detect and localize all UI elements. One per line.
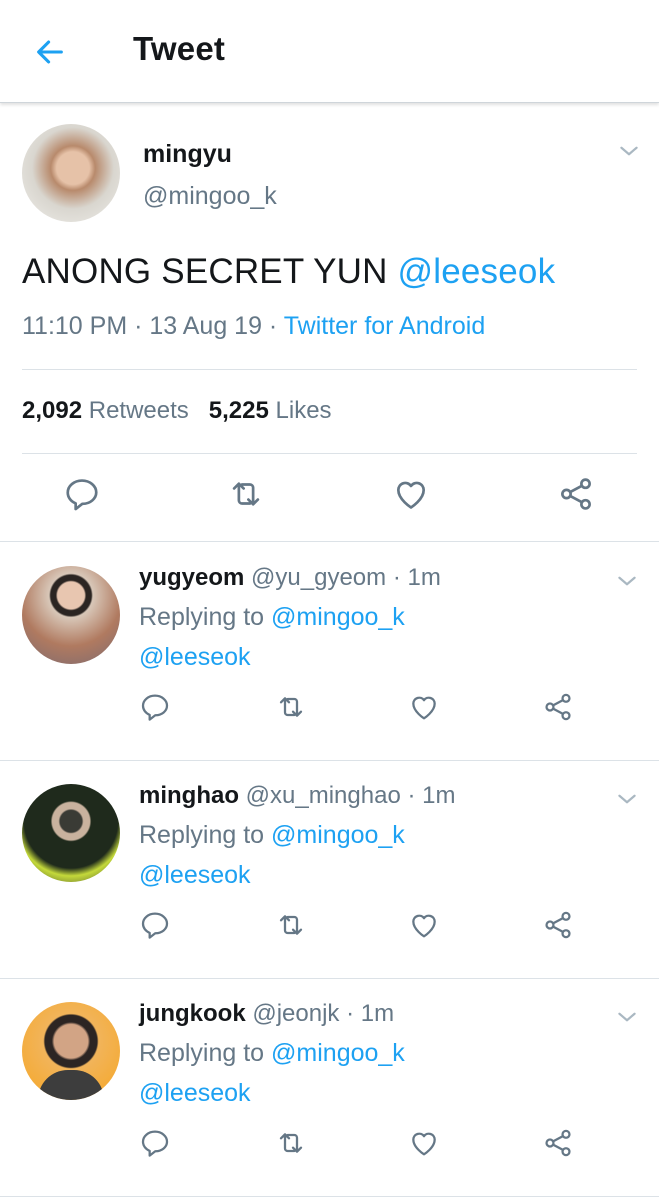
replying-to: Replying to @mingoo_k (139, 603, 405, 632)
tweet-text-body: ANONG SECRET YUN (22, 252, 398, 291)
author-name[interactable]: minghao (139, 782, 239, 809)
tweet-meta: 11:10 PM · 13 Aug 19 · Twitter for Andro… (22, 312, 485, 341)
like-button[interactable] (391, 474, 431, 514)
reply-tweet[interactable]: jungkook @jeonjk · 1m Replying to @mingo… (0, 978, 659, 1197)
reply-button[interactable] (138, 690, 172, 724)
share-icon (542, 909, 574, 941)
share-icon (542, 1127, 574, 1159)
mention-link[interactable]: @leeseok (398, 252, 556, 291)
reply-text[interactable]: @leeseok (139, 861, 251, 890)
reply-icon (139, 909, 171, 941)
chevron-down-icon (614, 786, 640, 812)
reply-icon (139, 1127, 171, 1159)
avatar[interactable] (22, 784, 120, 882)
share-button[interactable] (541, 690, 575, 724)
chevron-down-icon (614, 568, 640, 594)
retweet-icon (227, 475, 265, 513)
reply-header: minghao @xu_minghao · 1m (139, 782, 455, 810)
retweet-icon (275, 909, 307, 941)
likes-count: 5,225 (208, 397, 269, 424)
replying-to-link[interactable]: @mingoo_k (271, 821, 405, 849)
tweet-timestamp: 11:10 PM · 13 Aug 19 · (22, 312, 284, 340)
tweet-stats: 2,092 Retweets 5,225 Likes (22, 397, 332, 425)
share-icon (557, 475, 595, 513)
reply-icon (63, 475, 101, 513)
page-title: Tweet (133, 30, 226, 67)
author-name[interactable]: yugyeom (139, 564, 244, 591)
retweets-stat[interactable]: 2,092 Retweets (22, 397, 189, 424)
tweet-text: ANONG SECRET YUN @leeseok (22, 252, 555, 292)
chevron-down-icon (616, 138, 642, 164)
tweet-menu-button[interactable] (612, 1002, 642, 1032)
retweet-button[interactable] (274, 908, 308, 942)
like-icon (392, 475, 430, 513)
like-icon (408, 909, 440, 941)
replying-to-label: Replying to (139, 603, 272, 631)
replying-to-label: Replying to (139, 821, 272, 849)
reply-time: · 1m (392, 564, 441, 591)
reply-header: yugyeom @yu_gyeom · 1m (139, 564, 441, 592)
share-icon (542, 691, 574, 723)
reply-text[interactable]: @leeseok (139, 643, 251, 672)
author-handle[interactable]: @jeonjk (252, 1000, 339, 1027)
share-button[interactable] (556, 474, 596, 514)
tweet-menu-button[interactable] (612, 566, 642, 596)
avatar[interactable] (22, 566, 120, 664)
reply-icon (139, 691, 171, 723)
author-handle[interactable]: @yu_gyeom (251, 564, 386, 591)
like-button[interactable] (407, 1126, 441, 1160)
retweets-label: Retweets (88, 397, 189, 424)
replying-to: Replying to @mingoo_k (139, 821, 405, 850)
replying-to: Replying to @mingoo_k (139, 1039, 405, 1068)
replying-to-link[interactable]: @mingoo_k (271, 1039, 405, 1067)
reply-header: jungkook @jeonjk · 1m (139, 1000, 394, 1028)
like-button[interactable] (407, 690, 441, 724)
divider (22, 369, 637, 370)
reply-tweet[interactable]: yugyeom @yu_gyeom · 1m Replying to @ming… (0, 542, 659, 761)
likes-stat[interactable]: 5,225 Likes (209, 397, 332, 424)
reply-button[interactable] (62, 474, 102, 514)
avatar[interactable] (22, 124, 120, 222)
retweet-icon (275, 1127, 307, 1159)
likes-label: Likes (275, 397, 332, 424)
replying-to-link[interactable]: @mingoo_k (271, 603, 405, 631)
retweet-button[interactable] (274, 690, 308, 724)
author-name[interactable]: jungkook (139, 1000, 246, 1027)
share-button[interactable] (541, 908, 575, 942)
reply-button[interactable] (138, 1126, 172, 1160)
reply-button[interactable] (138, 908, 172, 942)
retweet-button[interactable] (226, 474, 266, 514)
avatar[interactable] (22, 1002, 120, 1100)
tweet-menu-button[interactable] (614, 136, 644, 166)
retweet-button[interactable] (274, 1126, 308, 1160)
top-app-bar: Tweet (0, 0, 659, 103)
replying-to-label: Replying to (139, 1039, 272, 1067)
main-tweet: mingyu @mingoo_k ANONG SECRET YUN @leese… (0, 104, 659, 542)
tweet-source-link[interactable]: Twitter for Android (284, 312, 485, 340)
divider (22, 453, 637, 454)
reply-time: · 1m (346, 1000, 395, 1027)
author-name[interactable]: mingyu (143, 140, 232, 169)
author-handle[interactable]: @mingoo_k (143, 182, 277, 211)
like-icon (408, 1127, 440, 1159)
chevron-down-icon (614, 1004, 640, 1030)
retweet-icon (275, 691, 307, 723)
like-icon (408, 691, 440, 723)
tweet-menu-button[interactable] (612, 784, 642, 814)
reply-time: · 1m (407, 782, 456, 809)
share-button[interactable] (541, 1126, 575, 1160)
like-button[interactable] (407, 908, 441, 942)
back-button[interactable] (30, 32, 70, 72)
reply-text[interactable]: @leeseok (139, 1079, 251, 1108)
retweets-count: 2,092 (22, 397, 83, 424)
author-handle[interactable]: @xu_minghao (246, 782, 401, 809)
back-arrow-icon (37, 40, 63, 64)
reply-tweet[interactable]: minghao @xu_minghao · 1m Replying to @mi… (0, 760, 659, 979)
